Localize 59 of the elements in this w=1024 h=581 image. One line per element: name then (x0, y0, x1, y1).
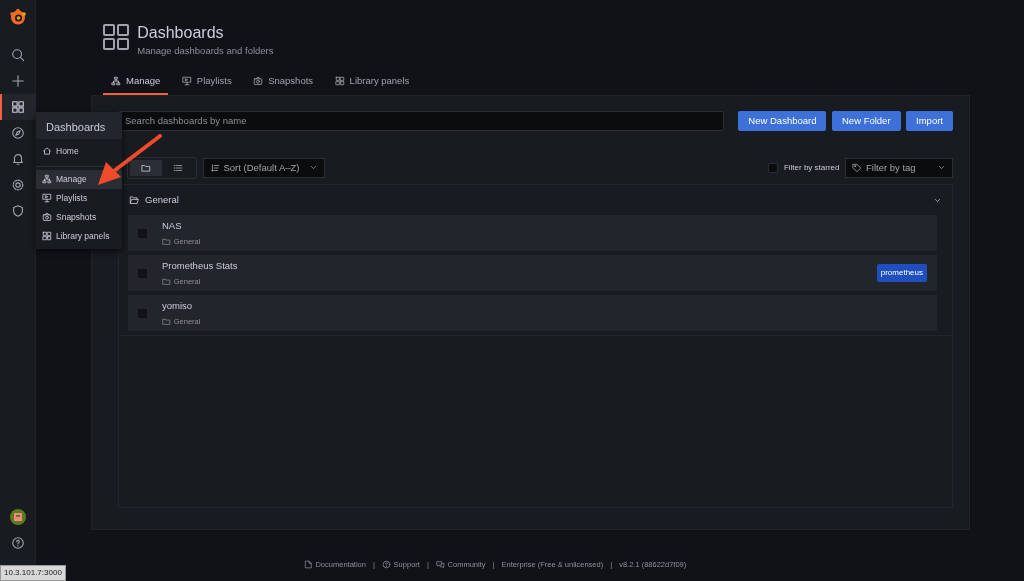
bell-icon (10, 152, 25, 167)
dashboard-title: yomiso (162, 298, 194, 313)
home-icon (42, 146, 52, 157)
sort-icon (209, 162, 220, 173)
compass-icon (10, 126, 25, 141)
tag-icon (852, 162, 862, 173)
dashboard-title: NAS (162, 218, 183, 233)
folder-icon (162, 237, 171, 247)
checkbox-label: Filter by starred (783, 161, 840, 174)
sidebar-item[interactable] (0, 94, 36, 121)
chat-icon (435, 559, 445, 569)
grid-icon (103, 24, 129, 50)
folder-header[interactable]: General (119, 184, 952, 216)
document-icon (303, 559, 313, 569)
tab[interactable]: Playlists (173, 69, 240, 95)
view-toggle[interactable] (130, 159, 162, 176)
tab[interactable]: Snapshots (245, 69, 322, 95)
tag[interactable]: prometheus (876, 264, 927, 283)
plus-icon (10, 74, 25, 89)
hierarchy-icon (111, 75, 121, 86)
page-title: Dashboards (137, 24, 225, 42)
logo-icon[interactable] (8, 7, 27, 26)
menu-item[interactable]: Snapshots (36, 207, 122, 227)
presentation-icon (42, 193, 52, 204)
list-icon (173, 162, 183, 173)
panels-icon (334, 75, 345, 86)
tab[interactable]: Manage (103, 69, 169, 95)
camera-icon (42, 212, 52, 223)
sort-dropdown[interactable]: Sort (Default A–Z) (202, 157, 325, 178)
starred-checkbox[interactable] (768, 162, 779, 173)
action-button[interactable]: New Dashboard (738, 110, 827, 131)
menu-title: Dashboards (36, 112, 122, 139)
menu-item[interactable]: Home (36, 141, 122, 161)
page-subtitle: Manage dashboards and folders (137, 44, 274, 59)
folder-icon (129, 194, 139, 205)
presentation-icon (181, 75, 192, 86)
folder-icon (162, 317, 171, 327)
help-icon (10, 536, 25, 550)
menu-item[interactable]: Playlists (36, 188, 122, 208)
status-url: 10.3.101.7:3000 (0, 565, 66, 581)
folder-icon (141, 162, 151, 173)
action-button[interactable]: New Folder (832, 110, 901, 131)
annotation-arrow (98, 134, 162, 185)
folder-icon (162, 277, 171, 287)
action-button[interactable]: Import (906, 110, 953, 131)
panels-icon (42, 231, 52, 242)
avatar-icon[interactable] (9, 508, 26, 525)
menu-item[interactable]: Library panels (36, 226, 122, 246)
hierarchy-icon (42, 174, 52, 185)
shield-icon (10, 204, 25, 219)
grid-icon (10, 100, 25, 115)
settings-icon (10, 178, 25, 193)
help-icon (381, 559, 391, 569)
dashboard-title: Prometheus Stats (162, 258, 238, 273)
camera-icon (253, 75, 264, 86)
search-icon (10, 48, 25, 63)
tag-filter-dropdown[interactable]: Filter by tag (845, 157, 953, 178)
tab[interactable]: Library panels (326, 69, 418, 95)
search-field[interactable]: Search dashboards by name (118, 110, 725, 131)
